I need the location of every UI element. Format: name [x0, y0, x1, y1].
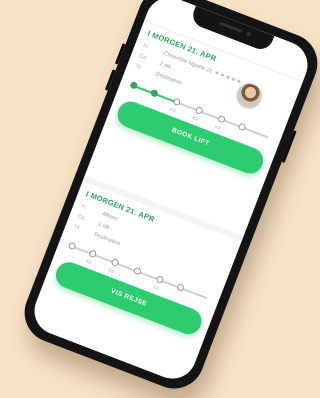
car-icon: ▭ — [169, 106, 177, 115]
speaker — [218, 21, 243, 33]
car-icon: ▭ — [84, 258, 93, 267]
camera-icon — [245, 30, 253, 38]
car-icon: ▭ — [191, 115, 199, 123]
car-icon: ▭ — [152, 284, 160, 293]
row-value: 2 stk — [97, 221, 111, 232]
row-value: 2 stk — [158, 60, 172, 71]
ride-card[interactable]: I MORGEN 21. APR Kl.Afhent Ca.2 stk TilD… — [52, 189, 232, 338]
smartphone: I MORGEN 21. APR Kl.Cheomlee Nguele 21 ★… — [15, 0, 320, 398]
car-icon: ▭ — [213, 123, 222, 132]
car-icon: ▭ — [107, 267, 115, 275]
